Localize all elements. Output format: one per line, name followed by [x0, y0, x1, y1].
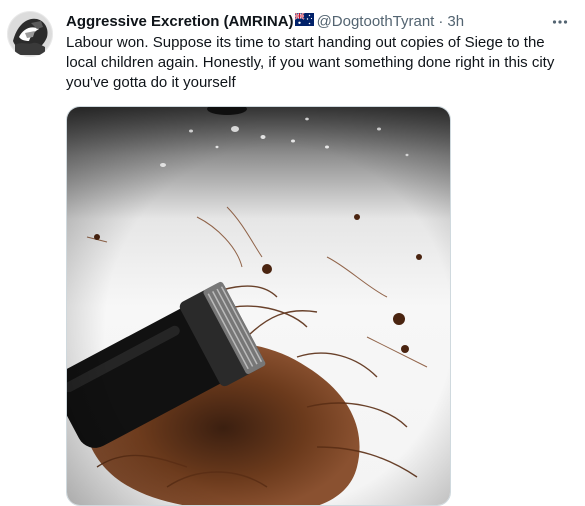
tweet-text: Labour won. Suppose its time to start ha…: [66, 34, 555, 91]
tweet[interactable]: Aggressive Excretion (AMRINA) @DogtoothT…: [0, 0, 585, 506]
tweet-timestamp[interactable]: 3h: [447, 12, 464, 32]
australia-flag-icon: [294, 12, 314, 32]
more-horizontal-icon[interactable]: [549, 12, 571, 32]
tweet-media-image[interactable]: [66, 106, 451, 506]
separator-dot: ·: [438, 13, 444, 30]
author-handle[interactable]: @DogtoothTyrant: [317, 12, 435, 32]
avatar[interactable]: [7, 11, 53, 57]
tweet-header: Aggressive Excretion (AMRINA) @DogtoothT…: [66, 12, 545, 32]
author-display-name[interactable]: Aggressive Excretion (AMRINA): [66, 12, 294, 32]
